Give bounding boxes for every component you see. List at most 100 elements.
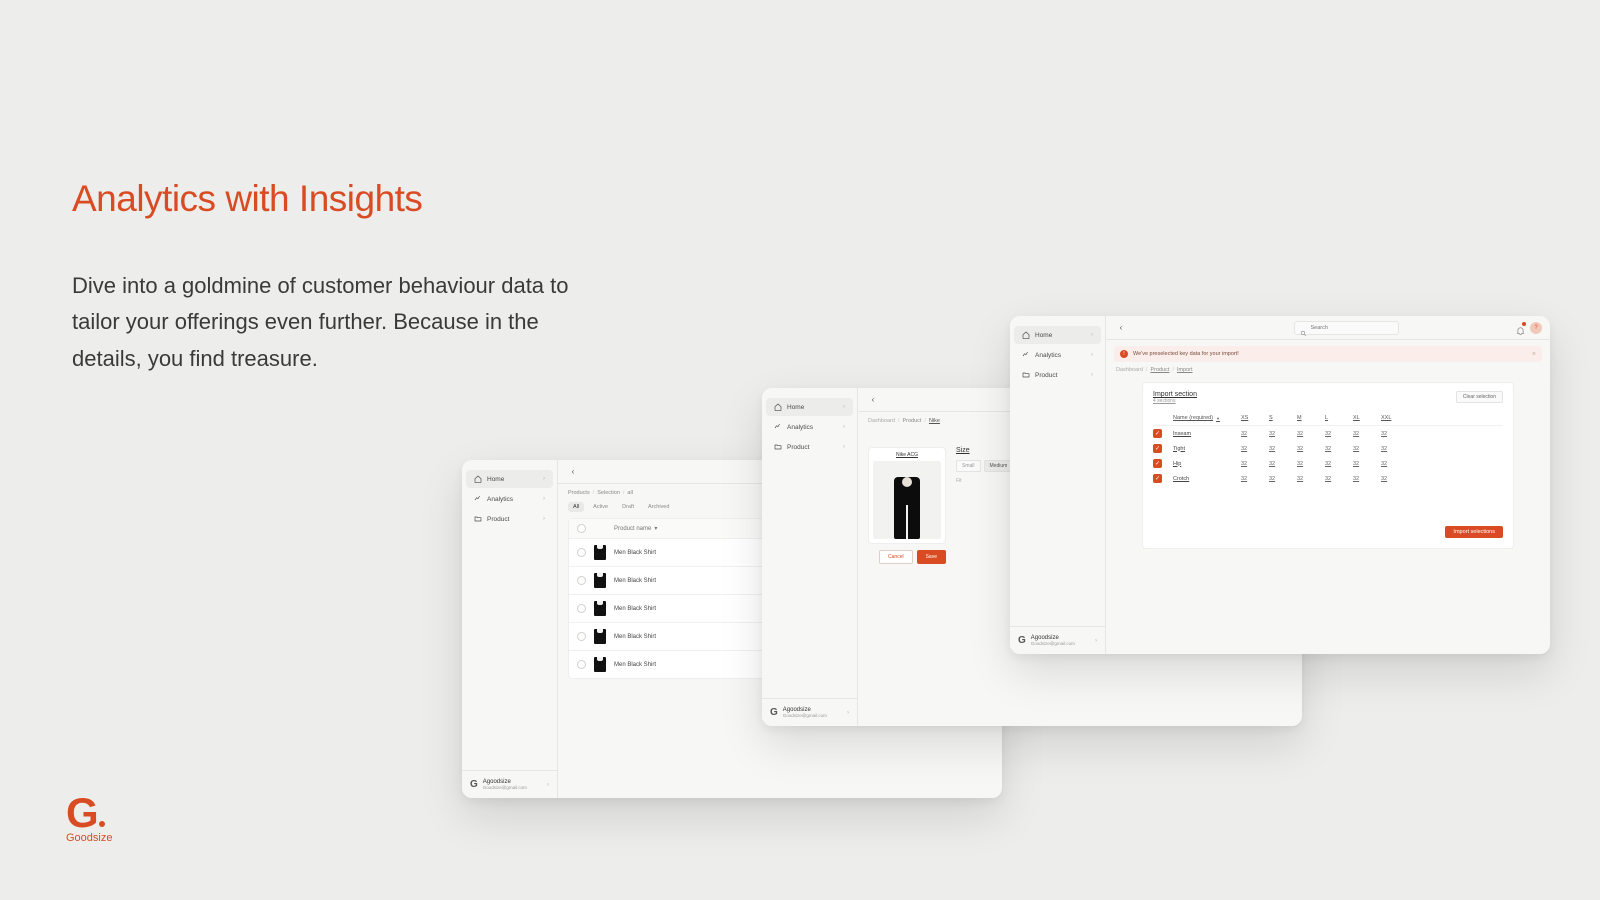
cell-value[interactable]: 32 — [1353, 446, 1375, 452]
cell-value[interactable]: 32 — [1241, 446, 1263, 452]
cell-value[interactable]: 32 — [1381, 476, 1403, 482]
cell-value[interactable]: 32 — [1297, 461, 1319, 467]
sidebar-item-product[interactable]: Product › — [766, 438, 853, 456]
info-icon: ! — [1120, 350, 1128, 358]
row-checkbox[interactable] — [577, 660, 586, 669]
back-button[interactable]: ‹ — [1114, 321, 1128, 335]
close-icon[interactable]: × — [1532, 351, 1536, 358]
sidebar-user[interactable]: G Agoodsize Goodsize@gmail.com › — [762, 698, 857, 726]
sidebar-item-label: Product — [487, 516, 509, 523]
cell-value[interactable]: 32 — [1325, 431, 1347, 437]
col-size[interactable]: S — [1269, 415, 1291, 421]
cell-value[interactable]: 32 — [1241, 461, 1263, 467]
cell-value[interactable]: 32 — [1297, 446, 1319, 452]
sidebar-item-analytics[interactable]: Analytics › — [766, 418, 853, 436]
import-grid: Name (required)▼ XS S M L XL XXL ✓ Inseam… — [1153, 412, 1503, 486]
notifications-icon[interactable] — [1516, 323, 1525, 332]
filter-archived[interactable]: Archived — [643, 502, 674, 512]
measurement-name[interactable]: Inseam — [1173, 431, 1235, 437]
col-size[interactable]: M — [1297, 415, 1319, 421]
sidebar-item-label: Analytics — [787, 424, 813, 431]
search-box[interactable] — [1294, 321, 1399, 335]
chevron-right-icon: › — [1095, 638, 1097, 644]
size-option-small[interactable]: Small — [956, 460, 981, 472]
cell-value[interactable]: 32 — [1325, 461, 1347, 467]
row-checkbox[interactable] — [577, 548, 586, 557]
info-text: We've preselected key data for your impo… — [1133, 351, 1239, 357]
cell-value[interactable]: 32 — [1325, 446, 1347, 452]
import-selections-button[interactable]: Import selections — [1445, 526, 1503, 538]
product-title: Nike ACG — [873, 452, 941, 458]
user-email: Goodsize@gmail.com — [483, 785, 527, 790]
cell-value[interactable]: 32 — [1269, 446, 1291, 452]
size-option-medium[interactable]: Medium — [984, 460, 1014, 472]
sidebar-user[interactable]: G Agoodsize Goodsize@gmail.com › — [1010, 626, 1105, 654]
user-logo-icon: G — [1018, 635, 1026, 646]
col-size[interactable]: XL — [1353, 415, 1375, 421]
col-size[interactable]: XXL — [1381, 415, 1403, 421]
sidebar: Home › Analytics › Product › G Agoodsize… — [762, 388, 858, 726]
search-input[interactable] — [1311, 325, 1393, 331]
sidebar-item-analytics[interactable]: Analytics › — [1014, 346, 1101, 364]
user-logo-icon: G — [470, 779, 478, 790]
filter-all[interactable]: All — [568, 502, 584, 512]
col-size[interactable]: L — [1325, 415, 1347, 421]
cell-value[interactable]: 32 — [1353, 461, 1375, 467]
sidebar-item-home[interactable]: Home › — [466, 470, 553, 488]
chevron-right-icon: › — [843, 444, 845, 450]
cell-value[interactable]: 32 — [1325, 476, 1347, 482]
cell-value[interactable]: 32 — [1353, 431, 1375, 437]
cell-value[interactable]: 32 — [1269, 461, 1291, 467]
cell-value[interactable]: 32 — [1241, 476, 1263, 482]
avatar[interactable]: ? — [1530, 322, 1542, 334]
row-checkbox[interactable]: ✓ — [1153, 429, 1162, 438]
cell-value[interactable]: 32 — [1297, 431, 1319, 437]
back-button[interactable]: ‹ — [566, 465, 580, 479]
measurement-name[interactable]: Tight — [1173, 446, 1235, 452]
analytics-icon — [474, 495, 482, 503]
sidebar-item-product[interactable]: Product › — [1014, 366, 1101, 384]
row-checkbox[interactable] — [577, 576, 586, 585]
sidebar-item-label: Product — [1035, 372, 1057, 379]
sidebar-item-home[interactable]: Home › — [1014, 326, 1101, 344]
cell-value[interactable]: 32 — [1381, 431, 1403, 437]
sidebar-item-home[interactable]: Home › — [766, 398, 853, 416]
col-name[interactable]: Name (required)▼ — [1173, 415, 1235, 421]
row-checkbox[interactable]: ✓ — [1153, 474, 1162, 483]
cell-value[interactable]: 32 — [1353, 476, 1375, 482]
row-checkbox[interactable] — [577, 632, 586, 641]
cell-value[interactable]: 32 — [1241, 431, 1263, 437]
row-checkbox[interactable]: ✓ — [1153, 444, 1162, 453]
chevron-right-icon: › — [547, 782, 549, 788]
cell-value[interactable]: 32 — [1381, 446, 1403, 452]
cell-value[interactable]: 32 — [1269, 431, 1291, 437]
user-logo-icon: G — [770, 707, 778, 718]
info-banner: ! We've preselected key data for your im… — [1114, 346, 1542, 362]
cancel-button[interactable]: Cancel — [879, 550, 913, 564]
row-checkbox[interactable]: ✓ — [1153, 459, 1162, 468]
chevron-right-icon: › — [543, 516, 545, 522]
sort-icon: ▾ — [654, 525, 657, 532]
measurement-name[interactable]: Crotch — [1173, 476, 1235, 482]
chevron-right-icon: › — [847, 710, 849, 716]
home-icon — [774, 403, 782, 411]
product-thumb — [594, 657, 606, 672]
sidebar-item-analytics[interactable]: Analytics › — [466, 490, 553, 508]
select-all-checkbox[interactable] — [577, 524, 586, 533]
folder-icon — [1022, 371, 1030, 379]
save-button[interactable]: Save — [917, 550, 946, 564]
cell-value[interactable]: 32 — [1381, 461, 1403, 467]
back-button[interactable]: ‹ — [866, 393, 880, 407]
measurement-name[interactable]: Hip — [1173, 461, 1235, 467]
clear-selection-button[interactable]: Clear selection — [1456, 391, 1503, 403]
filter-active[interactable]: Active — [588, 502, 613, 512]
filter-draft[interactable]: Draft — [617, 502, 639, 512]
row-checkbox[interactable] — [577, 604, 586, 613]
col-size[interactable]: XS — [1241, 415, 1263, 421]
analytics-icon — [774, 423, 782, 431]
sidebar-user[interactable]: G Agoodsize Goodsize@gmail.com › — [462, 770, 557, 798]
cell-value[interactable]: 32 — [1297, 476, 1319, 482]
marketing-headline: Analytics with Insights — [72, 178, 422, 220]
sidebar-item-product[interactable]: Product › — [466, 510, 553, 528]
cell-value[interactable]: 32 — [1269, 476, 1291, 482]
